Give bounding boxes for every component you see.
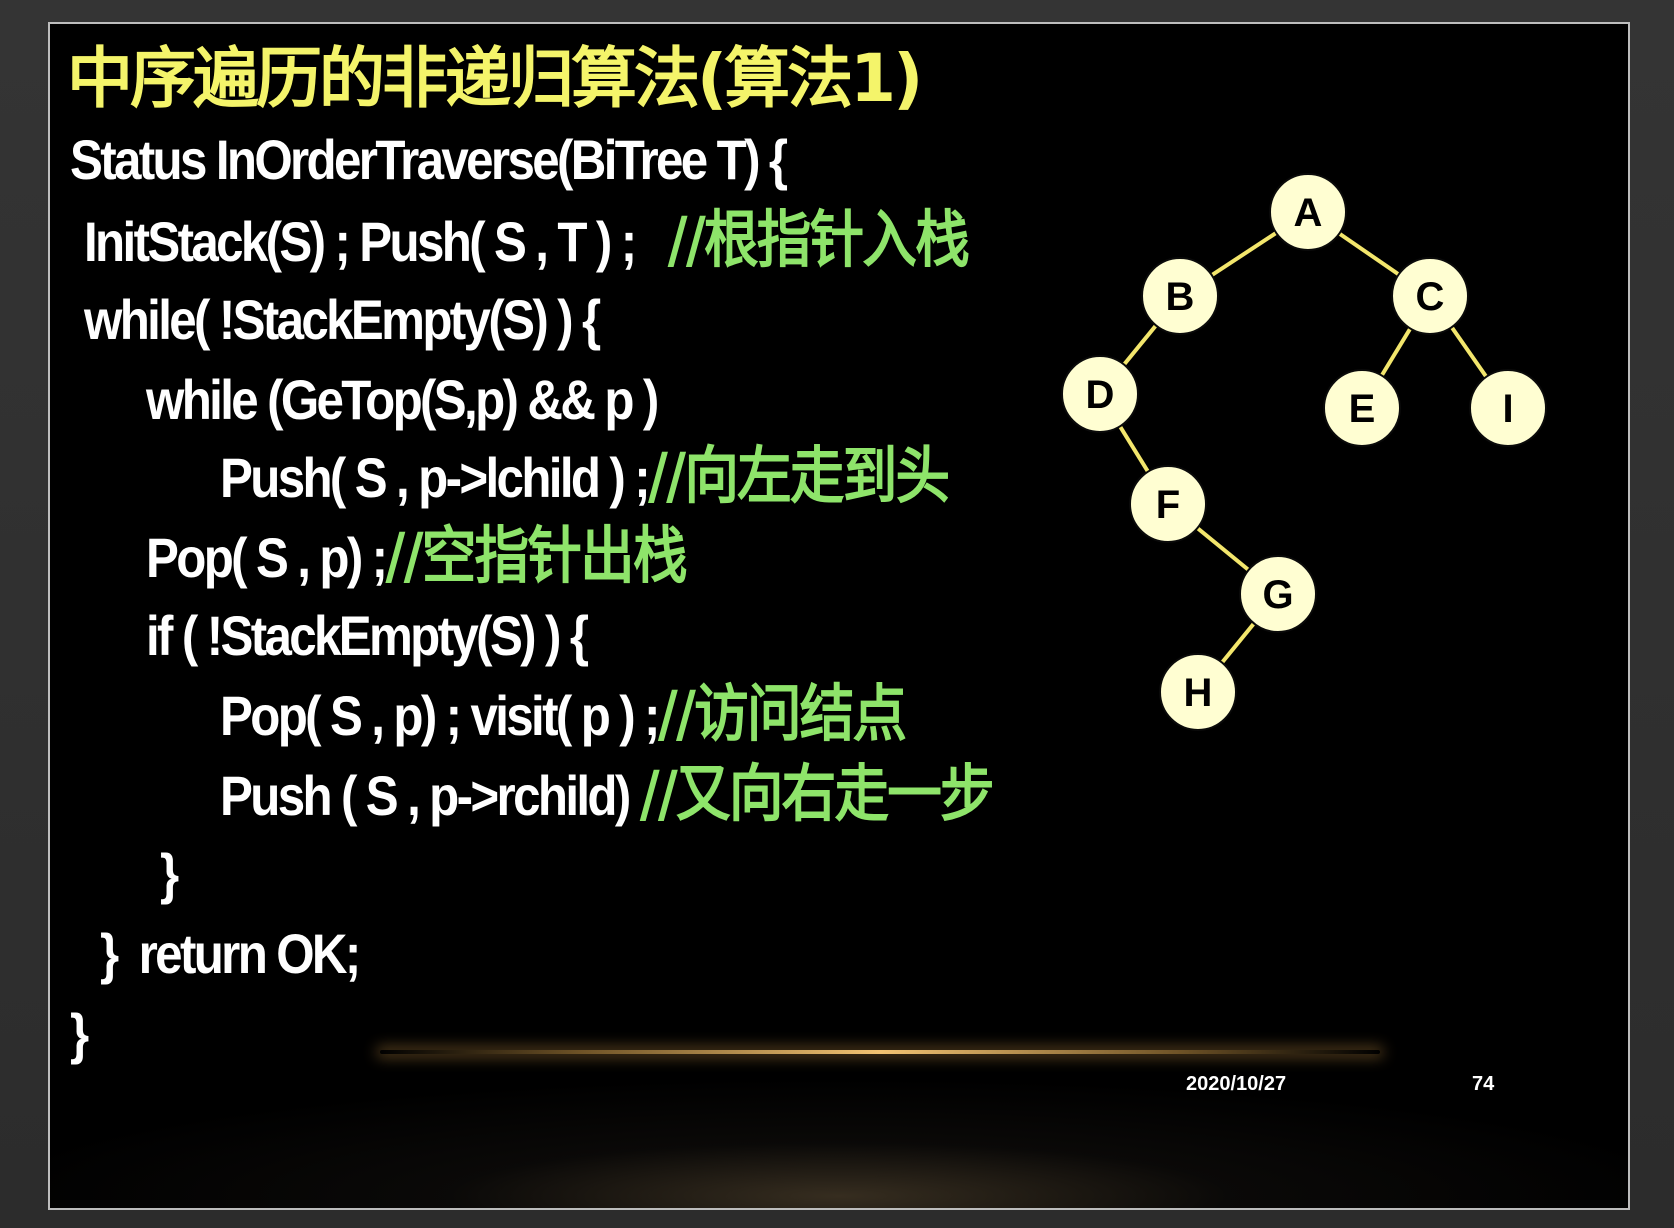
tree-node-label: H <box>1184 671 1213 715</box>
tree-node-a: A <box>1269 173 1347 251</box>
slide: 中序遍历的非递归算法(算法1) Status InOrderTraverse(B… <box>48 22 1630 1210</box>
slide-page-number: 74 <box>1472 1073 1495 1095</box>
tree-node-label: E <box>1349 387 1376 431</box>
viewport: 中序遍历的非递归算法(算法1) Status InOrderTraverse(B… <box>0 0 1674 1228</box>
tree-node-e: E <box>1323 369 1401 447</box>
tree-node-label: F <box>1156 483 1180 527</box>
tree-node-i: I <box>1469 369 1547 447</box>
tree-node-g: G <box>1239 555 1317 633</box>
tree-node-b: B <box>1141 257 1219 335</box>
tree-node-d: D <box>1061 355 1139 433</box>
slide-date: 2020/10/27 <box>1186 1073 1287 1095</box>
tree-node-label: G <box>1262 573 1293 617</box>
tree-node-label: B <box>1166 275 1195 319</box>
tree-node-c: C <box>1391 257 1469 335</box>
tree-node-label: A <box>1294 191 1323 235</box>
tree-node-h: H <box>1159 653 1237 731</box>
tree-node-f: F <box>1129 465 1207 543</box>
tree-node-label: I <box>1502 387 1513 431</box>
binary-tree-diagram: A B C D E I F G H <box>1061 173 1547 731</box>
tree-node-label: C <box>1416 275 1445 319</box>
tree-node-label: D <box>1086 373 1115 417</box>
